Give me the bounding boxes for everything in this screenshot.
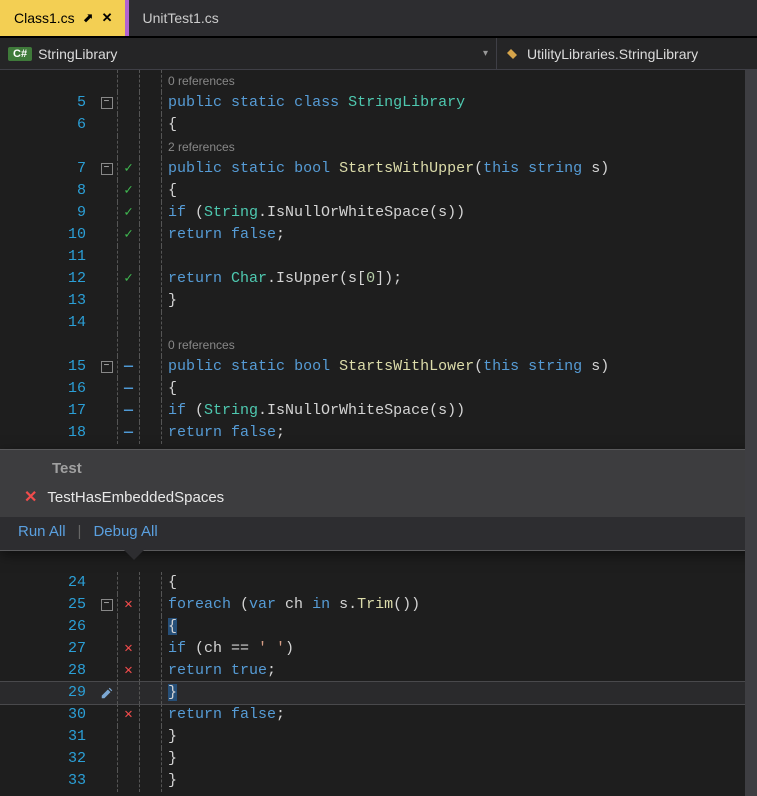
line-number: 17	[0, 400, 96, 422]
line-number: 5	[0, 92, 96, 114]
close-icon[interactable]: ✕	[102, 10, 113, 26]
pin-icon[interactable]: ⬈	[83, 10, 94, 26]
code-line: {	[162, 572, 757, 594]
fold-toggle-icon[interactable]: −	[101, 163, 113, 175]
code-line: }	[162, 682, 757, 704]
line-number: 10	[0, 224, 96, 246]
code-line: }	[162, 748, 757, 770]
line-number: 24	[0, 572, 96, 594]
test-fail-icon: ✕	[124, 660, 132, 682]
line-number: 30	[0, 704, 96, 726]
code-line: foreach (var ch in s.Trim())	[162, 594, 757, 616]
code-line: public static class StringLibrary	[162, 92, 757, 114]
popup-header: Test	[0, 450, 757, 483]
line-number: 13	[0, 290, 96, 312]
line-number: 25	[0, 594, 96, 616]
debug-all-link[interactable]: Debug All	[93, 523, 157, 540]
test-pass-icon: ✓	[124, 268, 132, 290]
code-line: return false;	[162, 422, 757, 444]
test-pass-icon: ✓	[124, 202, 132, 224]
line-number: 9	[0, 202, 96, 224]
test-pass-icon: ✓	[124, 224, 132, 246]
line-number: 6	[0, 114, 96, 136]
breadcrumb-right-label: UtilityLibraries.StringLibrary	[527, 46, 698, 62]
code-line: return false;	[162, 224, 757, 246]
test-pass-icon: ✓	[124, 158, 132, 180]
line-number: 11	[0, 246, 96, 268]
code-line: }	[162, 290, 757, 312]
line-number: 28	[0, 660, 96, 682]
chevron-down-icon[interactable]: ▾	[483, 48, 488, 59]
tab-class1[interactable]: Class1.cs ⬈ ✕	[0, 0, 129, 36]
code-line: {	[162, 180, 757, 202]
fold-toggle-icon[interactable]: −	[101, 97, 113, 109]
coverage-bar-icon: —	[124, 378, 133, 400]
code-editor[interactable]: . 0 references 5 − public static class S…	[0, 70, 757, 796]
test-fail-icon: ✕	[24, 487, 37, 507]
coverage-bar-icon: —	[124, 400, 133, 422]
code-line: {	[162, 616, 757, 638]
test-pass-icon: ✓	[124, 180, 132, 202]
run-all-link[interactable]: Run All	[18, 523, 66, 540]
tab-label: Class1.cs	[14, 10, 75, 26]
line-number: 8	[0, 180, 96, 202]
line-number: 29	[0, 682, 96, 704]
csharp-badge-icon: C#	[8, 47, 32, 61]
failed-test-item[interactable]: ✕ TestHasEmbeddedSpaces	[0, 483, 757, 517]
code-line: if (ch == ' ')	[162, 638, 757, 660]
code-line: return false;	[162, 704, 757, 726]
tab-label: UnitTest1.cs	[143, 10, 219, 26]
codelens-references[interactable]: 2 references	[168, 140, 235, 154]
line-number: 27	[0, 638, 96, 660]
code-line: }	[162, 726, 757, 748]
class-icon	[505, 46, 521, 62]
failed-test-name: TestHasEmbeddedSpaces	[47, 489, 224, 506]
test-fail-icon: ✕	[124, 638, 132, 660]
line-number: 16	[0, 378, 96, 400]
breadcrumb-left-label: StringLibrary	[38, 46, 117, 62]
fold-toggle-icon[interactable]: −	[101, 599, 113, 611]
code-line: if (String.IsNullOrWhiteSpace(s))	[162, 400, 757, 422]
code-line: return true;	[162, 660, 757, 682]
breadcrumb-namespace[interactable]: C# StringLibrary ▾	[0, 38, 497, 69]
separator: |	[78, 523, 82, 540]
breadcrumb: C# StringLibrary ▾ UtilityLibraries.Stri…	[0, 38, 757, 70]
line-number: 14	[0, 312, 96, 334]
code-line: public static bool StartsWithUpper(this …	[162, 158, 757, 180]
test-fail-icon: ✕	[124, 704, 132, 726]
test-results-popup: Test ✕ TestHasEmbeddedSpaces Run All | D…	[0, 449, 757, 551]
line-number: 12	[0, 268, 96, 290]
tab-unittest1[interactable]: UnitTest1.cs	[129, 0, 231, 36]
breadcrumb-class[interactable]: UtilityLibraries.StringLibrary	[497, 38, 757, 69]
line-number: 33	[0, 770, 96, 792]
codelens-references[interactable]: 0 references	[168, 74, 235, 88]
line-number: 31	[0, 726, 96, 748]
tab-bar: Class1.cs ⬈ ✕ UnitTest1.cs	[0, 0, 757, 38]
code-line: public static bool StartsWithLower(this …	[162, 356, 757, 378]
edit-pencil-icon	[100, 686, 114, 700]
code-line: {	[162, 378, 757, 400]
code-line: }	[162, 770, 757, 792]
line-number: 18	[0, 422, 96, 444]
line-number: 15	[0, 356, 96, 378]
line-number: 32	[0, 748, 96, 770]
code-line: {	[162, 114, 757, 136]
code-line: return Char.IsUpper(s[0]);	[162, 268, 757, 290]
test-fail-icon: ✕	[124, 594, 132, 616]
codelens-references[interactable]: 0 references	[168, 338, 235, 352]
coverage-bar-icon: —	[124, 356, 133, 378]
fold-toggle-icon[interactable]: −	[101, 361, 113, 373]
code-line: if (String.IsNullOrWhiteSpace(s))	[162, 202, 757, 224]
coverage-bar-icon: —	[124, 422, 133, 444]
popup-pointer-icon	[122, 548, 146, 560]
line-number: 7	[0, 158, 96, 180]
scrollbar[interactable]	[745, 70, 757, 796]
line-number: 26	[0, 616, 96, 638]
